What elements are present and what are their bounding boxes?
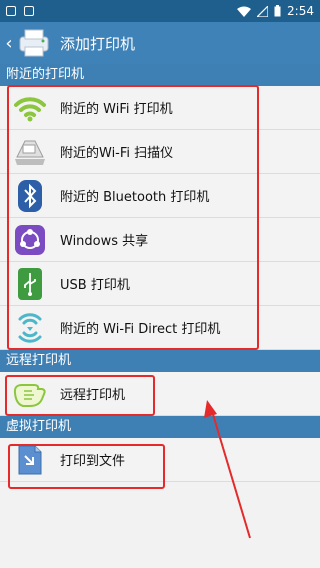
- annotation-arrow: [204, 400, 251, 539]
